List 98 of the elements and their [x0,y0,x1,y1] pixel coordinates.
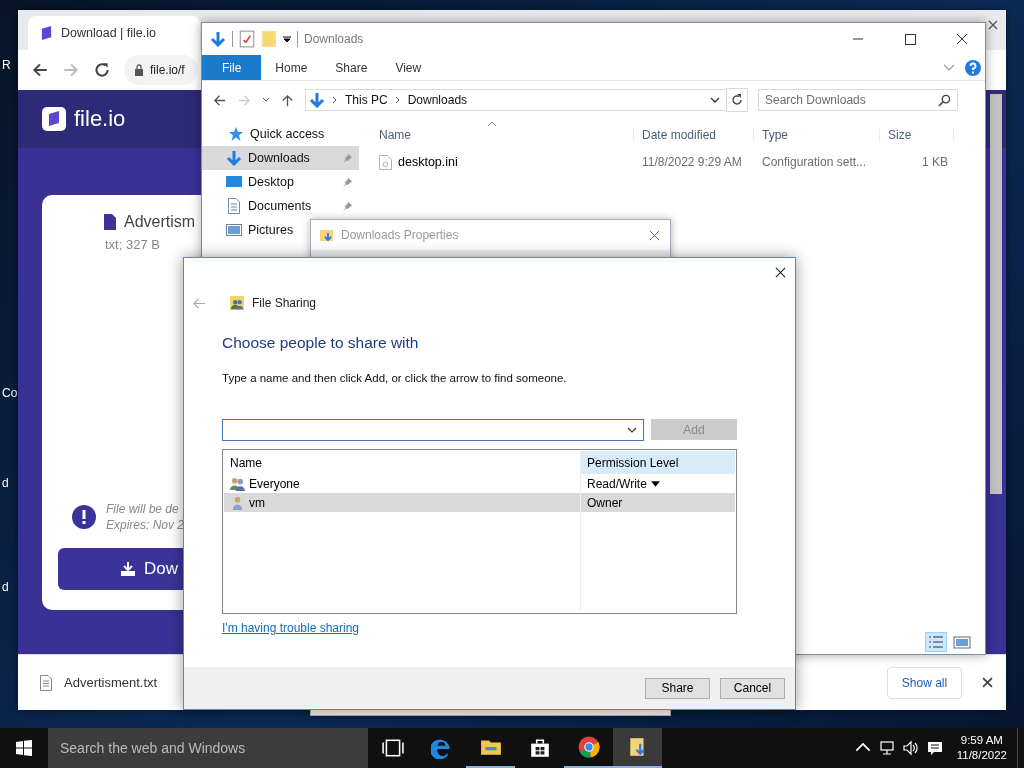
expiry-notice: File will be de [106,502,180,516]
person-icon [230,495,245,510]
desktop-icon-label: d [2,580,9,594]
shopping-bag-icon [528,737,551,759]
windows-logo-icon[interactable] [16,740,32,756]
scrollbar[interactable] [990,94,1002,494]
person-row[interactable]: vm Owner [224,493,735,512]
file-name: Advertism [124,213,196,231]
nav-item[interactable]: Quick access [202,122,331,146]
file-row[interactable]: desktop.ini 11/8/2022 9:29 AM Configuration sett... 1 KB [371,151,985,173]
permission-level: Read/Write [587,476,647,491]
instruction-text: Type a name and then click Add, or click the arrow to find someone. [222,372,568,384]
desktop-icon-label: R [2,58,11,72]
chevron-down-icon[interactable] [627,427,637,433]
download-arrow-icon [226,150,242,166]
column-header[interactable]: Type [754,128,880,142]
address-bar[interactable]: This PC Downloads [305,89,727,111]
properties-icon[interactable] [239,30,255,48]
file-icon [40,674,52,691]
download-icon [120,561,136,577]
type-cell-text: Configuration sett... [761,155,868,169]
dialog-title: File Sharing [252,296,317,310]
download-arrow-icon [309,92,325,108]
window-title: Downloads Properties [341,228,459,242]
people-icon [230,476,245,491]
close-icon[interactable] [775,266,786,278]
task-view-icon [381,737,404,759]
desktop-icon-label: d [2,476,9,490]
settings-file-icon [379,154,392,170]
logo-icon [40,25,53,41]
nav-item[interactable]: Downloads [202,146,359,170]
permission-level: Owner [587,495,623,510]
nav-item[interactable]: Pictures [202,218,300,242]
ribbon-tab[interactable]: Share [321,55,382,80]
caret-icon[interactable] [283,35,291,43]
close-icon[interactable] [982,677,993,688]
help-icon[interactable] [965,59,981,76]
nav-item[interactable]: Documents [202,194,359,218]
column-header[interactable]: Size [880,128,954,142]
chevron-down-icon[interactable] [710,97,720,103]
person-name: Everyone [249,476,300,491]
chevron-right-icon [332,96,338,104]
column-header[interactable]: Permission Level [581,451,735,474]
download-file-name[interactable]: Advertisment.txt [64,675,158,690]
nav-item[interactable]: Desktop [202,170,359,194]
picture-icon [226,222,242,238]
help-link[interactable]: I'm having trouble sharing [222,621,360,635]
chrome-browser-icon [577,736,600,758]
search-field[interactable]: Search the web and Windows [48,728,368,768]
window-title: Downloads [304,32,364,46]
chevron-down-icon[interactable] [262,97,270,103]
taskbar-app[interactable] [613,728,662,768]
search-icon [938,93,951,107]
search-field[interactable]: Search Downloads [758,89,958,111]
document-icon [226,198,242,214]
dialog-heading: Choose people to share with [222,334,420,352]
dialog-button[interactable]: Share [645,677,710,699]
dialog-button[interactable]: Cancel [720,677,785,699]
name-input-field[interactable] [222,419,644,441]
size-cell-text: 1 KB [921,155,949,169]
ribbon-tab[interactable]: View [381,55,436,80]
notification-icon[interactable] [926,740,943,756]
desktop-icon-label: Co [2,386,18,400]
logo-icon [42,107,66,131]
volume-icon[interactable] [902,740,919,756]
lock-icon [134,64,144,76]
column-header[interactable]: Name [371,128,634,142]
star-icon [228,126,244,142]
file-name: desktop.ini [398,155,458,169]
logo-text: file.io [74,106,126,132]
download-arrow-icon[interactable] [210,30,226,48]
browser-tab[interactable]: Download | file.io [28,16,200,50]
ribbon-tab[interactable]: Home [261,55,322,80]
chevron-right-icon [394,96,401,104]
up-arrow-icon[interactable] [280,92,295,108]
details-view-icon[interactable] [925,632,947,652]
date-cell-text: 11/8/2022 9:29 AM [641,155,743,169]
network-icon[interactable] [878,740,895,756]
back-icon[interactable] [31,61,49,79]
desktop-icon [226,174,242,190]
edge-browser-icon [430,737,453,759]
ribbon-tab[interactable]: File [202,55,262,80]
show-all-button[interactable]: Show all [887,666,962,699]
clock[interactable]: 9:59 AM 11/8/2022 [956,733,1007,763]
folder-icon [319,227,335,243]
file-icon [104,214,116,230]
refresh-icon[interactable] [726,88,748,112]
person-name: vm [249,495,265,510]
reload-icon[interactable] [93,61,111,79]
people-icon [230,296,244,310]
caret-down-icon[interactable] [650,480,660,487]
file-size: txt; 327 B [105,237,161,252]
breadcrumb-item[interactable]: Downloads [407,93,468,107]
address-bar[interactable]: file.io/f [124,55,198,85]
breadcrumb-item[interactable]: This PC [345,93,388,107]
warning-icon [72,505,96,529]
column-header[interactable]: Date modified [634,128,754,142]
close-icon[interactable] [988,20,998,30]
